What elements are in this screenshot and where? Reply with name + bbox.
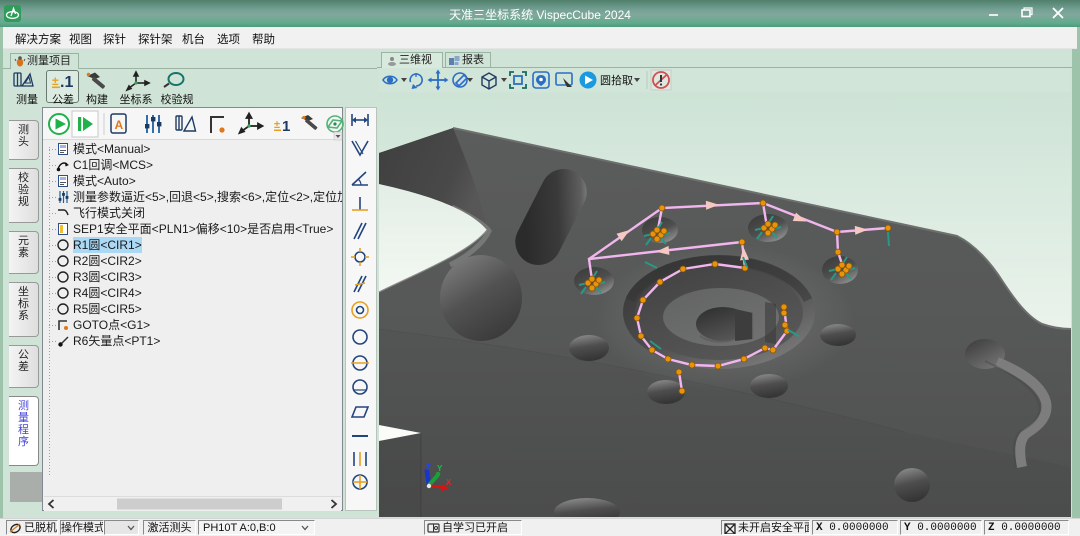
svg-text:.1: .1 (60, 74, 73, 91)
svg-text:±: ± (274, 119, 280, 131)
svg-text:1: 1 (282, 118, 290, 135)
svg-text:Y: Y (437, 464, 443, 473)
svg-text:圆拾取: 圆拾取 (600, 73, 633, 87)
svg-text:Z: Z (426, 463, 431, 472)
svg-text:A: A (115, 118, 124, 132)
svg-text:X: X (446, 478, 452, 487)
svg-text:±: ± (52, 74, 59, 88)
